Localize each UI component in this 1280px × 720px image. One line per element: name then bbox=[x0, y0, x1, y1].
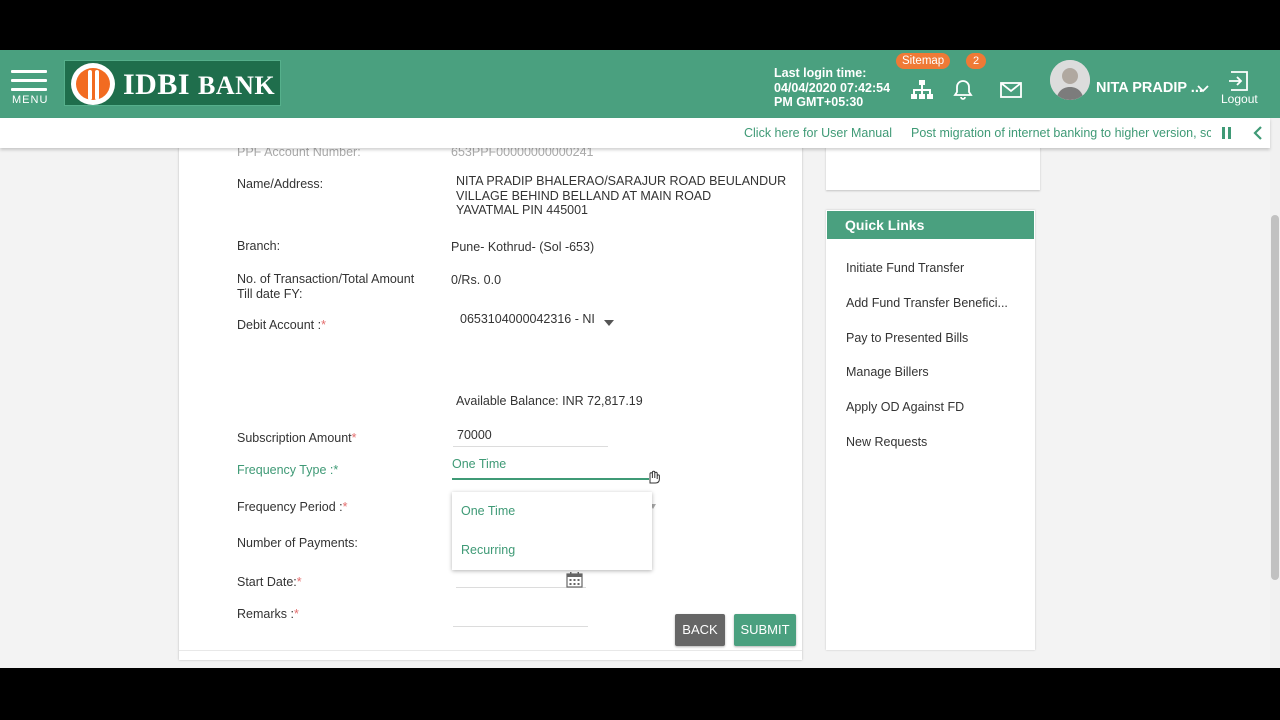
start-date-label: Start Date:* bbox=[237, 575, 302, 589]
last-login-info: Last login time: 04/04/2020 07:42:54 PM … bbox=[774, 66, 890, 110]
transaction-count-label: No. of Transaction/Total Amount Till dat… bbox=[237, 272, 415, 301]
last-login-date: 04/04/2020 07:42:54 bbox=[774, 80, 891, 95]
quick-links-panel: Quick Links Initiate Fund Transfer Add F… bbox=[826, 210, 1035, 650]
subscription-amount-label: Subscription Amount* bbox=[237, 431, 357, 445]
transaction-count-value: 0/Rs. 0.0 bbox=[451, 273, 502, 287]
menu-button[interactable]: MENU bbox=[10, 68, 50, 108]
idbi-logo[interactable]: IDBI BANK bbox=[64, 60, 281, 106]
quick-links-title: Quick Links bbox=[827, 211, 1034, 239]
logout-button[interactable]: Logout bbox=[1218, 70, 1264, 110]
calendar-icon[interactable] bbox=[566, 571, 583, 588]
frequency-type-select[interactable]: One Time bbox=[452, 457, 506, 471]
back-button[interactable]: BACK bbox=[675, 614, 725, 646]
hamburger-icon bbox=[11, 70, 47, 73]
quick-link-apply-od-against-fd[interactable]: Apply OD Against FD bbox=[846, 400, 964, 414]
branch-label: Branch: bbox=[237, 239, 281, 253]
sitemap-badge[interactable]: Sitemap bbox=[896, 53, 951, 69]
frequency-option-one-time[interactable]: One Time bbox=[461, 504, 515, 518]
ticker-message[interactable]: Post migration of internet banking to hi… bbox=[911, 126, 1211, 140]
debit-account-select[interactable]: 0653104000042316 - NI bbox=[456, 310, 621, 334]
branch-value: Pune- Kothrud- (Sol -653) bbox=[451, 240, 595, 254]
frequency-type-label: Frequency Type :* bbox=[237, 463, 339, 477]
name-address-value: NITA PRADIP BHALERAO/SARAJUR ROAD BEULAN… bbox=[456, 174, 787, 217]
hand-cursor-icon bbox=[649, 470, 660, 484]
remarks-input[interactable] bbox=[453, 626, 588, 627]
user-avatar[interactable] bbox=[1050, 60, 1090, 100]
ppf-subscription-form: PPF Account Number: 653PPF00000000000241… bbox=[179, 130, 802, 660]
user-manual-link[interactable]: Click here for User Manual bbox=[744, 126, 892, 140]
debit-account-label: Debit Account :* bbox=[237, 318, 326, 332]
logo-emblem-icon bbox=[71, 63, 115, 105]
user-photo-icon bbox=[1050, 60, 1090, 100]
hamburger-icon bbox=[11, 79, 47, 82]
menu-label: MENU bbox=[12, 94, 49, 106]
quick-link-add-beneficiary[interactable]: Add Fund Transfer Benefici... bbox=[846, 296, 1008, 310]
remarks-label: Remarks :* bbox=[237, 607, 299, 621]
pause-icon[interactable] bbox=[1220, 126, 1234, 140]
chevron-down-icon[interactable] bbox=[1197, 85, 1209, 93]
logout-icon bbox=[1229, 71, 1248, 91]
subscription-underline bbox=[453, 446, 608, 447]
frequency-type-dropdown: One Time Recurring bbox=[452, 492, 652, 570]
announcement-ticker: Click here for User Manual Post migratio… bbox=[0, 118, 1270, 148]
chevron-left-icon[interactable] bbox=[1252, 126, 1264, 140]
last-login-timezone: PM GMT+05:30 bbox=[774, 95, 864, 109]
top-header: MENU IDBI BANK Last login time: 04/04/20… bbox=[0, 50, 1280, 118]
user-name[interactable]: NITA PRADIP ... bbox=[1096, 80, 1203, 96]
quick-link-new-requests[interactable]: New Requests bbox=[846, 435, 927, 449]
form-footer-divider bbox=[179, 650, 802, 651]
quick-link-manage-billers[interactable]: Manage Billers bbox=[846, 365, 929, 379]
subscription-amount-input[interactable]: 70000 bbox=[457, 428, 492, 442]
submit-button[interactable]: SUBMIT bbox=[734, 614, 796, 646]
number-of-payments-label: Number of Payments: bbox=[237, 536, 358, 550]
brand-name: IDBI BANK bbox=[123, 68, 276, 101]
last-login-label: Last login time: bbox=[774, 66, 867, 80]
notification-count-badge: 2 bbox=[966, 53, 986, 69]
frequency-period-label: Frequency Period :* bbox=[237, 500, 348, 514]
name-address-label: Name/Address: bbox=[237, 177, 324, 191]
available-balance: Available Balance: INR 72,817.19 bbox=[456, 394, 643, 408]
logout-label: Logout bbox=[1221, 92, 1258, 106]
scrollbar-thumb[interactable] bbox=[1271, 215, 1279, 580]
debit-account-value: 0653104000042316 - NI bbox=[460, 312, 595, 326]
frequency-option-recurring[interactable]: Recurring bbox=[461, 543, 515, 557]
quick-link-pay-presented-bills[interactable]: Pay to Presented Bills bbox=[846, 331, 968, 345]
quick-link-initiate-fund-transfer[interactable]: Initiate Fund Transfer bbox=[846, 261, 964, 275]
frequency-type-underline bbox=[452, 478, 649, 480]
bell-icon[interactable] bbox=[951, 78, 975, 102]
hamburger-icon bbox=[11, 88, 47, 91]
sitemap-icon[interactable] bbox=[910, 78, 934, 102]
mail-icon[interactable] bbox=[999, 80, 1023, 100]
caret-down-icon bbox=[604, 320, 614, 326]
app-viewport: MENU IDBI BANK Last login time: 04/04/20… bbox=[0, 50, 1280, 668]
